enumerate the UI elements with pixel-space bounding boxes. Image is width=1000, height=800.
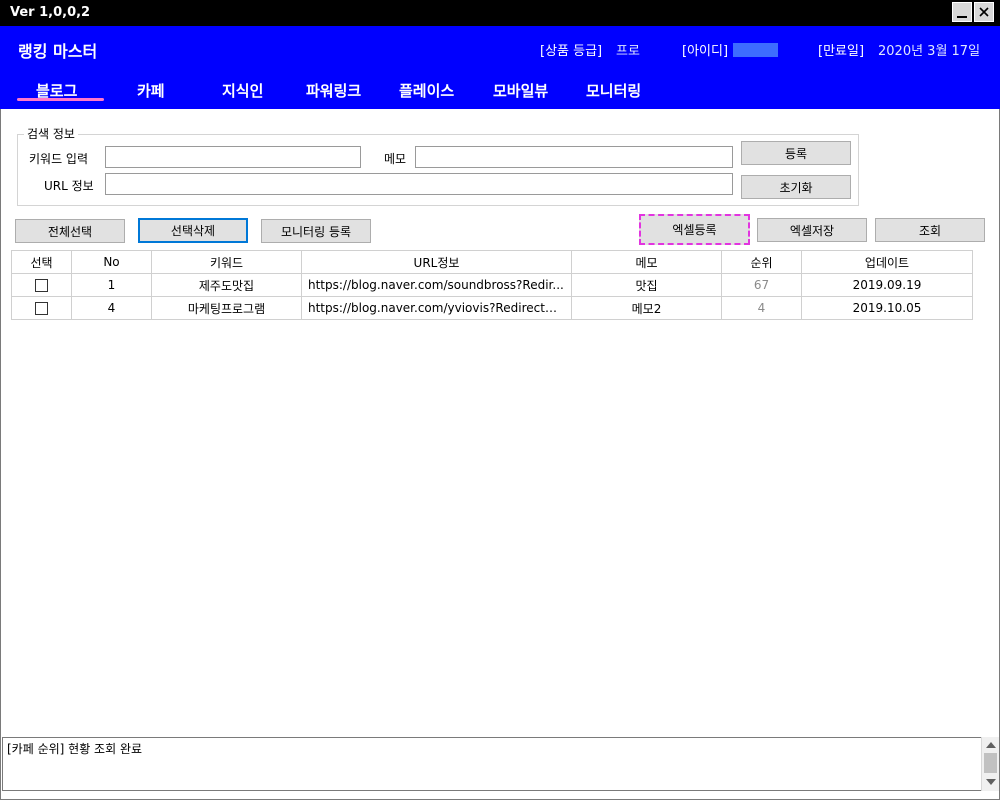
col-header-rank[interactable]: 순위	[721, 250, 802, 274]
table-header-row: 선택 No 키워드 URL정보 메모 순위 업데이트	[11, 250, 973, 274]
expiry-label: [만료일]	[818, 44, 865, 59]
active-tab-indicator	[17, 98, 104, 101]
col-header-select[interactable]: 선택	[11, 250, 72, 274]
register-button[interactable]: 등록	[741, 141, 851, 165]
log-panel[interactable]: [카페 순위] 현황 조회 완료	[2, 737, 984, 791]
close-icon	[979, 7, 989, 17]
header-bar: 랭킹 마스터 [상품 등급] 프로 [아이디] [만료일] 2020년 3월 1…	[0, 26, 1000, 109]
cell-updated: 2019.10.05	[801, 296, 973, 320]
row-checkbox[interactable]	[35, 302, 48, 315]
table-row[interactable]: 4 마케팅프로그램 https://blog.naver.com/yviovis…	[11, 296, 973, 320]
log-scrollbar[interactable]	[981, 737, 999, 791]
cell-url: https://blog.naver.com/yviovis?Redirect=…	[301, 296, 572, 320]
reset-button[interactable]: 초기화	[741, 175, 851, 199]
cell-url: https://blog.naver.com/soundbross?Redir.…	[301, 273, 572, 297]
tab-mobile-view[interactable]: 모바일뷰	[493, 80, 548, 101]
scroll-up-arrow-icon[interactable]	[986, 742, 996, 748]
tab-jisikin[interactable]: 지식인	[222, 80, 263, 101]
excel-import-button[interactable]: 엑셀등록	[639, 214, 750, 245]
scroll-down-arrow-icon[interactable]	[986, 779, 996, 785]
grade-label: [상품 등급]	[540, 44, 603, 59]
search-info-group-title: 검색 정보	[24, 125, 78, 142]
minimize-button[interactable]	[952, 2, 972, 22]
delete-selected-button[interactable]: 선택삭제	[138, 218, 248, 243]
monitoring-register-button[interactable]: 모니터링 등록	[261, 219, 371, 243]
tab-place[interactable]: 플레이스	[399, 80, 454, 101]
search-info-group	[17, 134, 859, 206]
memo-input[interactable]	[415, 146, 733, 168]
select-all-button[interactable]: 전체선택	[15, 219, 125, 243]
cell-keyword: 제주도맛집	[151, 273, 302, 297]
cell-memo: 메모2	[571, 296, 722, 320]
cell-keyword: 마케팅프로그램	[151, 296, 302, 320]
table-row[interactable]: 1 제주도맛집 https://blog.naver.com/soundbros…	[11, 273, 973, 297]
keyword-label: 키워드 입력	[29, 152, 89, 166]
url-input[interactable]	[105, 173, 733, 195]
cell-memo: 맛집	[571, 273, 722, 297]
col-header-memo[interactable]: 메모	[571, 250, 722, 274]
col-header-no[interactable]: No	[71, 250, 152, 274]
cell-rank: 4	[721, 296, 802, 320]
id-value-redacted	[733, 43, 778, 57]
memo-label: 메모	[384, 152, 407, 166]
log-text: [카페 순위] 현황 조회 완료	[7, 742, 143, 756]
row-select-cell[interactable]	[11, 273, 72, 297]
col-header-keyword[interactable]: 키워드	[151, 250, 302, 274]
id-label: [아이디]	[682, 44, 729, 59]
app-title: 랭킹 마스터	[18, 42, 98, 61]
results-table: 선택 No 키워드 URL정보 메모 순위 업데이트 1 제주도맛집 https…	[11, 250, 973, 320]
cell-no: 4	[71, 296, 152, 320]
scroll-thumb[interactable]	[984, 753, 997, 773]
query-button[interactable]: 조회	[875, 218, 985, 242]
cell-updated: 2019.09.19	[801, 273, 973, 297]
grade-value: 프로	[616, 44, 640, 59]
window-title: Ver 1,0,0,2	[10, 5, 91, 20]
col-header-url[interactable]: URL정보	[301, 250, 572, 274]
keyword-input[interactable]	[105, 146, 361, 168]
cell-no: 1	[71, 273, 152, 297]
app-window	[0, 0, 1000, 800]
expiry-value: 2020년 3월 17일	[878, 44, 981, 59]
tab-powerlink[interactable]: 파워링크	[306, 80, 361, 101]
excel-save-button[interactable]: 엑셀저장	[757, 218, 867, 242]
close-button[interactable]	[974, 2, 994, 22]
title-bar: Ver 1,0,0,2	[0, 0, 1000, 26]
tab-cafe[interactable]: 카페	[137, 80, 165, 101]
tab-monitoring[interactable]: 모니터링	[586, 80, 641, 101]
url-label: URL 정보	[44, 179, 94, 193]
row-select-cell[interactable]	[11, 296, 72, 320]
cell-rank: 67	[721, 273, 802, 297]
row-checkbox[interactable]	[35, 279, 48, 292]
col-header-updated[interactable]: 업데이트	[801, 250, 973, 274]
